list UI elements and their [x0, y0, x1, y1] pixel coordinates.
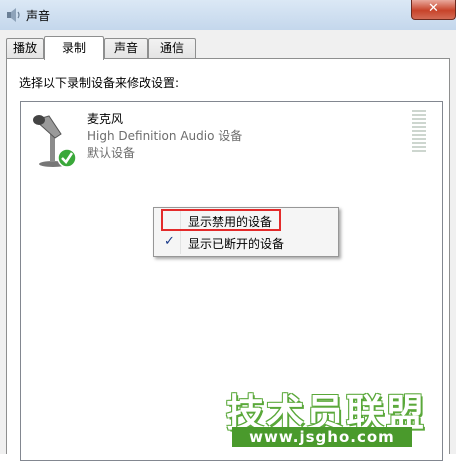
tab-recording[interactable]: 录制: [44, 36, 104, 60]
close-icon: ✕: [428, 1, 439, 16]
default-check-icon: [57, 148, 77, 168]
tab-label: 录制: [61, 41, 86, 55]
tab-label: 声音: [113, 41, 138, 55]
device-status: 默认设备: [87, 146, 136, 160]
tab-playback[interactable]: 播放: [6, 38, 44, 58]
watermark-url: www.jsgho.com: [232, 427, 412, 447]
tab-label: 播放: [12, 41, 37, 55]
microphone-icon[interactable]: [29, 112, 77, 168]
tab-label: 通信: [159, 41, 184, 55]
level-meter: [412, 110, 426, 154]
tab-communications[interactable]: 通信: [148, 38, 196, 58]
speaker-icon: [7, 8, 20, 22]
window-title: 声音: [26, 9, 51, 23]
menu-item-label: 显示已断开的设备: [188, 237, 285, 251]
device-description: High Definition Audio 设备: [87, 129, 243, 143]
instruction-text: 选择以下录制设备来修改设置:: [19, 76, 180, 90]
checkmark-icon: ✓: [164, 234, 175, 249]
device-name: 麦克风: [87, 112, 124, 126]
menu-item-show-disconnected[interactable]: ✓ 显示已断开的设备: [156, 232, 336, 254]
close-button[interactable]: ✕: [411, 0, 456, 20]
highlight-annotation: [161, 209, 281, 231]
title-bar[interactable]: 声音 ✕: [0, 0, 456, 30]
tab-sounds[interactable]: 声音: [104, 38, 148, 58]
